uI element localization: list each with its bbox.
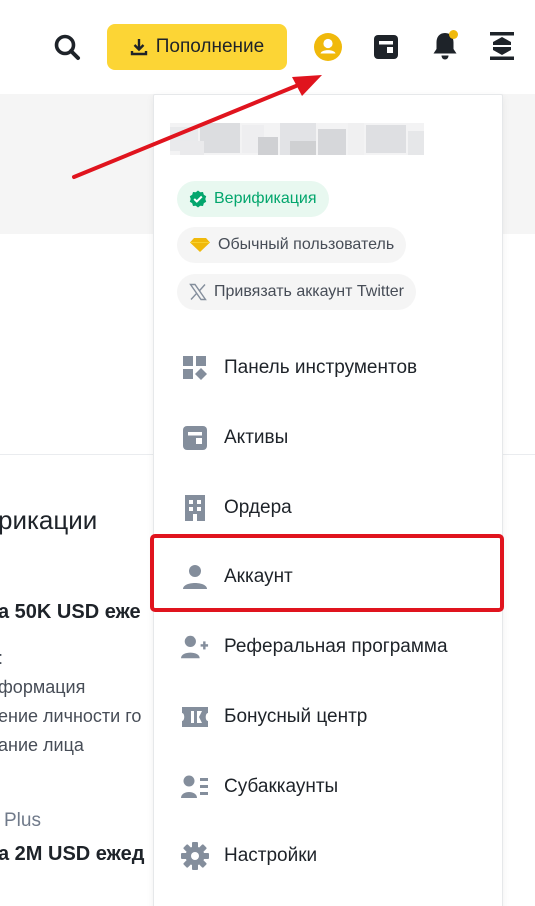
requirement-item: ание лица bbox=[0, 735, 84, 755]
transfer-icon bbox=[490, 32, 514, 60]
plus-level-label: Plus bbox=[4, 810, 41, 831]
menu-item-label: Ордера bbox=[224, 497, 292, 518]
check-badge-icon bbox=[189, 190, 207, 208]
menu-item-label: Панель инструментов bbox=[224, 357, 418, 378]
menu-item-label: Аккаунт bbox=[224, 566, 293, 587]
search-icon bbox=[54, 34, 80, 60]
verification-heading: рикации bbox=[0, 505, 98, 535]
menu-item-orders[interactable]: Ордера bbox=[154, 478, 502, 538]
requirement-item: формация bbox=[0, 677, 86, 697]
verification-badge: Верификация bbox=[177, 181, 329, 217]
menu-item-label: Субаккаунты bbox=[224, 776, 339, 797]
diamond-icon bbox=[190, 238, 210, 252]
person-icon bbox=[181, 563, 209, 591]
transfer-button[interactable] bbox=[484, 28, 520, 64]
deposit-label: Пополнение bbox=[155, 36, 265, 57]
link-twitter-label: Привязать аккаунт Twitter bbox=[214, 283, 405, 300]
menu-item-settings[interactable]: Настройки bbox=[154, 826, 502, 886]
user-level-badge: Обычный пользователь bbox=[177, 227, 407, 263]
requirement-item: ение личности го bbox=[0, 706, 142, 726]
settings-gear-icon bbox=[181, 842, 209, 870]
dashboard-icon bbox=[181, 354, 209, 382]
menu-item-dashboard[interactable]: Панель инструментов bbox=[154, 338, 502, 398]
limit-text-2: а 2M USD ежед bbox=[0, 843, 145, 865]
deposit-button[interactable]: Пополнение bbox=[107, 24, 287, 70]
wallet-button[interactable] bbox=[369, 30, 403, 64]
menu-item-label: Бонусный центр bbox=[224, 706, 368, 727]
blurred-email bbox=[170, 123, 424, 155]
link-twitter-button[interactable]: Привязать аккаунт Twitter bbox=[177, 274, 417, 310]
menu-item-label: Активы bbox=[224, 427, 289, 448]
menu-item-bonus-center[interactable]: Бонусный центр bbox=[154, 687, 502, 747]
menu-item-sub-accounts[interactable]: Субаккаунты bbox=[154, 757, 502, 817]
account-avatar-button[interactable] bbox=[311, 30, 345, 64]
account-dropdown-menu: Верификация Обычный пользователь Привяза… bbox=[153, 94, 503, 906]
user-avatar-icon bbox=[314, 33, 342, 61]
limit-text-1: а 50K USD еже bbox=[0, 601, 141, 623]
add-person-icon bbox=[181, 633, 209, 661]
menu-item-referral[interactable]: Реферальная программа bbox=[154, 617, 502, 677]
ticket-icon bbox=[181, 703, 209, 731]
menu-item-label: Реферальная программа bbox=[224, 636, 448, 657]
verification-label: Верификация bbox=[214, 190, 317, 207]
wallet-icon bbox=[374, 35, 398, 59]
orders-icon bbox=[181, 494, 209, 522]
wallet-icon bbox=[181, 424, 209, 452]
notification-badge bbox=[449, 30, 458, 39]
download-icon bbox=[130, 39, 147, 56]
menu-item-label: Настройки bbox=[224, 845, 318, 866]
search-button[interactable] bbox=[50, 30, 84, 64]
user-level-label: Обычный пользователь bbox=[218, 236, 395, 253]
notifications-button[interactable] bbox=[427, 28, 463, 64]
menu-item-account[interactable]: Аккаунт bbox=[154, 547, 502, 607]
top-header: Пополнение bbox=[0, 0, 535, 94]
sub-accounts-icon bbox=[181, 773, 209, 801]
menu-item-assets[interactable]: Активы bbox=[154, 408, 502, 468]
requirements-label: : bbox=[0, 648, 3, 669]
x-twitter-icon bbox=[189, 283, 207, 301]
